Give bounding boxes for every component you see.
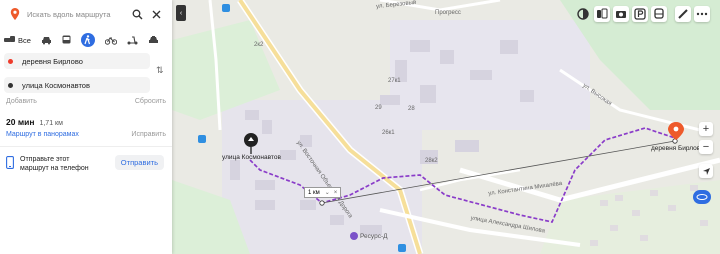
taxi-icon xyxy=(148,35,158,43)
ruler-point[interactable] xyxy=(319,200,325,206)
route-to-field[interactable]: улица Космонавтов xyxy=(4,77,150,93)
mall-label: Ресурс-Д xyxy=(360,233,388,240)
scooter-icon xyxy=(127,35,138,44)
send-button[interactable]: Отправить xyxy=(114,155,164,170)
route-time: 20 мин xyxy=(6,117,35,127)
building-number: 27к1 xyxy=(388,78,401,84)
route-actions: Добавить Сбросить xyxy=(6,98,166,105)
divider xyxy=(0,146,172,147)
camera-icon[interactable] xyxy=(613,6,629,22)
search-input[interactable]: Искать вдоль маршрута xyxy=(27,10,130,19)
building-number: 2к2 xyxy=(254,42,264,48)
route-panorama-link[interactable]: Маршрут в панорамах xyxy=(6,131,79,138)
route-to-value: улица Космонавтов xyxy=(22,80,90,90)
transit-icon[interactable] xyxy=(651,6,667,22)
close-icon[interactable] xyxy=(149,7,163,21)
scale-label: 1 км xyxy=(308,189,320,196)
zoom-out-button[interactable]: − xyxy=(699,140,713,154)
send-to-phone-text: Отправьте этот маршрут на телефон xyxy=(20,156,89,172)
swap-route-icon[interactable]: ⇅ xyxy=(156,65,164,76)
route-summary[interactable]: 20 мин 1,71 км xyxy=(6,117,63,127)
building-number: 28к2 xyxy=(425,158,438,164)
chevron-down-icon[interactable]: ⌄ xyxy=(325,189,330,196)
route-from-field[interactable]: деревня Бирлово xyxy=(4,53,150,69)
phone-icon xyxy=(6,156,14,169)
mode-transit-tab[interactable] xyxy=(62,33,71,47)
car-icon xyxy=(41,36,51,44)
start-point-dot xyxy=(8,58,13,64)
transport-modes: Все xyxy=(4,33,169,47)
3d-toggle-button[interactable] xyxy=(693,190,711,204)
bus-icon xyxy=(62,35,71,44)
mode-all-label: Все xyxy=(18,35,31,45)
location-pin-icon xyxy=(10,8,20,20)
reset-route-button[interactable]: Сбросить xyxy=(135,98,166,105)
route-distance: 1,71 км xyxy=(39,120,63,127)
map-canvas[interactable] xyxy=(172,0,720,254)
collapse-panel-button[interactable]: ‹ xyxy=(176,5,186,21)
building-number: 28 xyxy=(408,106,415,112)
more-icon[interactable] xyxy=(694,6,710,22)
start-point-label: улица Космонавтов xyxy=(222,154,281,161)
ruler-scale-box: 1 км ⌄ × xyxy=(304,187,342,198)
edit-route-button[interactable]: Исправить xyxy=(131,131,166,138)
panorama-row: Маршрут в панорамах Исправить xyxy=(6,131,166,138)
my-location-button[interactable] xyxy=(699,164,713,178)
pedestrian-icon xyxy=(84,35,91,45)
mode-walk-tab[interactable] xyxy=(80,33,95,47)
map-toolbar xyxy=(572,6,710,22)
mode-bike-tab[interactable] xyxy=(104,33,117,47)
layers-icon[interactable] xyxy=(575,6,591,22)
mall-marker[interactable] xyxy=(350,232,358,240)
zoom-in-button[interactable]: + xyxy=(699,122,713,136)
area-label-progress: Прогресс xyxy=(435,10,461,16)
end-point-dot xyxy=(8,82,13,88)
3d-icon xyxy=(696,194,708,200)
parking-icon[interactable] xyxy=(632,6,648,22)
route-search-bar: Искать вдоль маршрута xyxy=(4,4,168,24)
add-point-button[interactable]: Добавить xyxy=(6,98,37,105)
search-icon[interactable] xyxy=(130,7,144,21)
close-icon[interactable]: × xyxy=(334,190,338,196)
send-to-phone: Отправьте этот маршрут на телефон Отправ… xyxy=(6,155,166,173)
mode-car-tab[interactable] xyxy=(41,33,52,47)
car-bus-icon xyxy=(4,36,15,42)
route-from-value: деревня Бирлово xyxy=(22,56,83,66)
building-number: 29 xyxy=(375,105,382,111)
route-panel: Искать вдоль маршрута Все деревня Бирлов… xyxy=(0,0,172,254)
traffic-icon[interactable] xyxy=(594,6,610,22)
mode-taxi-tab[interactable] xyxy=(148,33,159,47)
bicycle-icon xyxy=(104,36,117,45)
mode-scooter-tab[interactable] xyxy=(127,33,138,47)
mode-all-tab[interactable]: Все xyxy=(4,33,31,47)
ruler-icon[interactable] xyxy=(675,6,691,22)
end-point-label: деревня Бирлово xyxy=(651,145,704,152)
location-arrow-icon xyxy=(702,167,710,175)
building-number: 26к1 xyxy=(382,130,395,136)
